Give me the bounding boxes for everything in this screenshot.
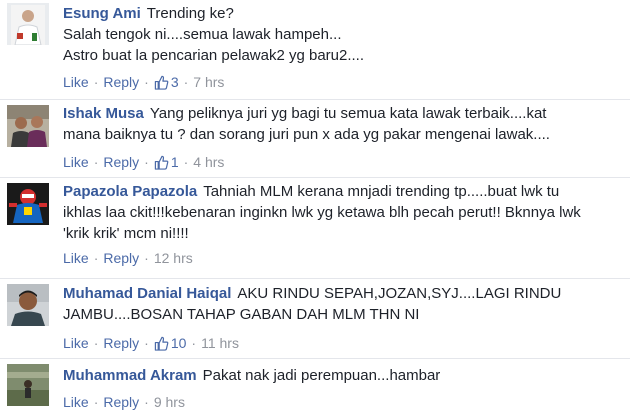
divider xyxy=(0,358,630,359)
reply-link[interactable]: Reply xyxy=(103,248,139,268)
comment-text: AKU RINDU SEPAH,JOZAN,SYJ....LAGI RINDU xyxy=(237,285,562,302)
avatar[interactable] xyxy=(7,105,49,147)
like-link[interactable]: Like xyxy=(63,392,89,412)
avatar-photo-icon xyxy=(7,3,49,45)
comment-author[interactable]: Muhamad Danial Haiqal xyxy=(63,285,231,302)
comment-body: Muhammad Akram Pakat nak jadi perempuan..… xyxy=(63,365,624,412)
avatar-photo-icon xyxy=(7,105,49,147)
like-count[interactable]: 1 xyxy=(154,152,179,172)
comment-text: mana baiknya tu ? dan sorang juri pun x … xyxy=(63,126,550,143)
avatar[interactable] xyxy=(7,284,49,326)
comment-text: JAMBU....BOSAN TAHAP GABAN DAH MLM THN N… xyxy=(63,306,420,323)
avatar[interactable] xyxy=(7,3,49,45)
like-link[interactable]: Like xyxy=(63,333,89,353)
like-link[interactable]: Like xyxy=(63,152,89,172)
timestamp[interactable]: 12 hrs xyxy=(154,248,193,268)
comment-author[interactable]: Esung Ami xyxy=(63,5,141,22)
like-count[interactable]: 10 xyxy=(154,333,186,353)
comment-actions: Like · Reply · 3 · 7 hrs xyxy=(63,72,225,92)
comment-actions: Like · Reply · 12 hrs xyxy=(63,248,193,268)
divider xyxy=(0,99,630,100)
comment-text: Salah tengok ni....semua lawak hampeh... xyxy=(63,26,342,43)
reply-link[interactable]: Reply xyxy=(103,72,139,92)
comment-text: ikhlas laa ckit!!!kebenaran inginkn lwk … xyxy=(63,204,581,221)
timestamp[interactable]: 9 hrs xyxy=(154,392,185,412)
avatar[interactable] xyxy=(7,364,49,406)
timestamp[interactable]: 11 hrs xyxy=(201,333,239,353)
comment-body: Muhamad Danial Haiqal AKU RINDU SEPAH,JOZ… xyxy=(63,283,624,353)
reply-link[interactable]: Reply xyxy=(103,392,139,412)
comment-actions: Like · Reply · 10 · 11 hrs xyxy=(63,333,239,353)
timestamp[interactable]: 4 hrs xyxy=(193,152,224,172)
avatar-photo-icon xyxy=(7,284,49,326)
divider xyxy=(0,177,630,178)
avatar[interactable] xyxy=(7,183,49,225)
thumbs-up-icon xyxy=(154,75,169,90)
comment-text: Yang peliknya juri yg bagi tu semua kata… xyxy=(149,105,547,122)
comment-actions: Like · Reply · 9 hrs xyxy=(63,392,185,412)
divider xyxy=(0,278,630,279)
comment-actions: Like · Reply · 1 · 4 hrs xyxy=(63,152,225,172)
comment-text: 'krik krik' mcm ni!!!! xyxy=(63,225,189,242)
comment-text: Trending ke? xyxy=(146,5,234,22)
thumbs-up-icon xyxy=(154,336,169,351)
comment-author[interactable]: Papazola Papazola xyxy=(63,183,197,200)
avatar-photo-icon xyxy=(7,183,49,225)
comment-text: Tahniah MLM kerana mnjadi trending tp...… xyxy=(203,183,560,200)
thumbs-up-icon xyxy=(154,155,169,170)
like-link[interactable]: Like xyxy=(63,72,89,92)
reply-link[interactable]: Reply xyxy=(103,333,139,353)
like-count[interactable]: 3 xyxy=(154,72,179,92)
comment-body: Papazola Papazola Tahniah MLM kerana mnja… xyxy=(63,181,624,268)
comment-body: Ishak Musa Yang peliknya juri yg bagi tu … xyxy=(63,103,624,172)
comment-author[interactable]: Ishak Musa xyxy=(63,105,144,122)
comment-list: Esung Ami Trending ke? Salah tengok ni...… xyxy=(0,0,630,418)
comment-body: Esung Ami Trending ke? Salah tengok ni...… xyxy=(63,3,624,92)
reply-link[interactable]: Reply xyxy=(103,152,139,172)
like-link[interactable]: Like xyxy=(63,248,89,268)
comment-text: Pakat nak jadi perempuan...hambar xyxy=(202,367,441,384)
comment-author[interactable]: Muhammad Akram xyxy=(63,367,197,384)
comment-text: Astro buat la pencarian pelawak2 yg baru… xyxy=(63,47,365,64)
avatar-photo-icon xyxy=(7,364,49,406)
timestamp[interactable]: 7 hrs xyxy=(193,72,224,92)
